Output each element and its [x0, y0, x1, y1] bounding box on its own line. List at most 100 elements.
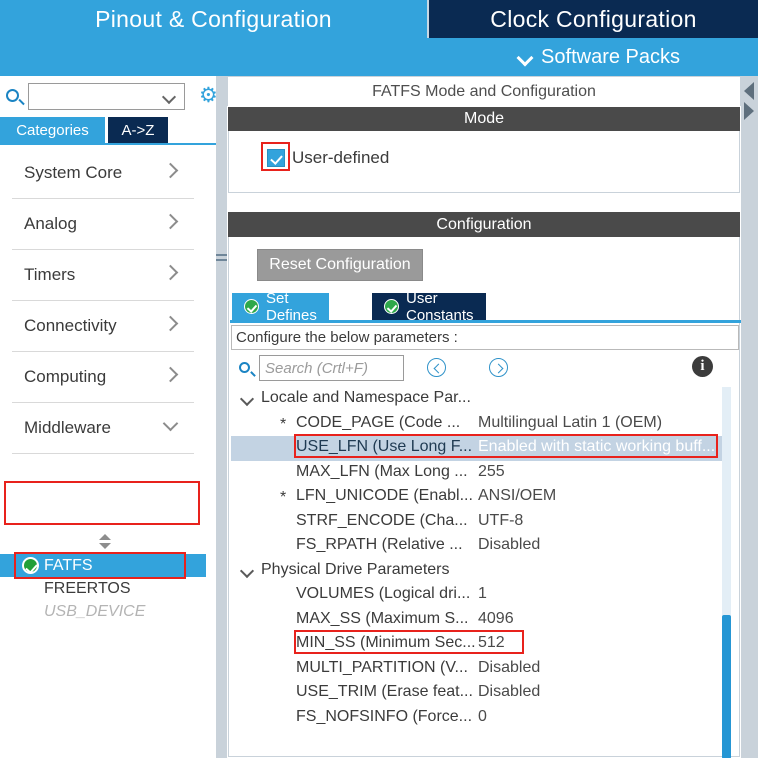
table-row[interactable]: FS_NOFSINFO (Force... 0: [231, 706, 729, 731]
triangle-left-icon[interactable]: [744, 82, 754, 100]
table-row[interactable]: USE_TRIM (Erase feat... Disabled: [231, 681, 729, 706]
circle-arrow-right-icon[interactable]: [489, 358, 508, 377]
table-row[interactable]: MULTI_PARTITION (V... Disabled: [231, 657, 729, 682]
info-icon[interactable]: i: [692, 356, 713, 377]
parameter-value[interactable]: UTF-8: [478, 512, 523, 530]
parameter-name: MIN_SS (Minimum Sec...: [296, 634, 476, 651]
parameter-value[interactable]: 512: [478, 634, 505, 652]
tab-user-constants[interactable]: User Constants: [372, 290, 486, 324]
configuration-header-label: Configuration: [436, 215, 532, 233]
chevron-right-icon: [164, 317, 176, 329]
parameter-search-input[interactable]: Search (Crtl+F): [259, 355, 404, 381]
page-title-label: FATFS Mode and Configuration: [372, 82, 596, 100]
sidebar-item-analog[interactable]: Analog: [12, 199, 194, 250]
sidebar-item-middleware[interactable]: Middleware: [12, 403, 194, 454]
triangle-down-icon: [99, 543, 111, 549]
reset-configuration-label: Reset Configuration: [269, 256, 411, 273]
chevron-down-icon[interactable]: [241, 393, 254, 406]
sidebar-item-computing[interactable]: Computing: [12, 352, 194, 403]
tree-group-row[interactable]: Locale and Namespace Par...: [231, 387, 729, 412]
parameter-name: LFN_UNICODE (Enabl...: [296, 487, 473, 504]
parameter-name: MULTI_PARTITION (V...: [296, 658, 468, 676]
splitter-grip: [216, 259, 227, 261]
parameter-value[interactable]: 0: [478, 708, 487, 726]
tab-underline: [0, 143, 216, 145]
sidebar-item-fatfs[interactable]: FATFS: [0, 554, 206, 577]
category-label: Connectivity: [24, 316, 117, 335]
tab-pinout-configuration[interactable]: Pinout & Configuration: [0, 0, 427, 38]
highlight-box-checkbox: [261, 142, 290, 171]
circle-arrow-left-icon[interactable]: [427, 358, 446, 377]
configuration-section-body: Reset Configuration Set Defines User Con…: [228, 237, 742, 758]
reset-configuration-button[interactable]: Reset Configuration: [257, 249, 423, 281]
table-row[interactable]: MAX_SS (Maximum S... 4096: [231, 608, 729, 633]
chevron-right-icon: [164, 266, 176, 278]
checkbox-user-defined-label: User-defined: [292, 148, 390, 167]
sidebar-search-input[interactable]: [28, 83, 185, 110]
chevron-down-icon[interactable]: [241, 565, 254, 578]
tab-user-constants-label: User Constants: [406, 289, 474, 324]
parameter-value[interactable]: Disabled: [478, 659, 540, 677]
parameter-name: STRF_ENCODE (Cha...: [296, 511, 468, 529]
table-row[interactable]: MIN_SS (Minimum Sec... 512: [231, 632, 729, 657]
sidebar-item-usb-device[interactable]: USB_DEVICE: [0, 600, 206, 623]
sidebar-item-connectivity[interactable]: Connectivity: [12, 301, 194, 352]
category-label: Middleware: [24, 418, 111, 437]
parameter-value[interactable]: 1: [478, 585, 487, 603]
software-packs-label[interactable]: Software Packs: [541, 46, 680, 69]
panel-splitter[interactable]: [216, 76, 227, 758]
mode-header-label: Mode: [463, 110, 505, 127]
sidebar-item-label: FATFS: [44, 556, 93, 574]
green-check-icon: [22, 557, 39, 574]
tab-categories[interactable]: Categories: [0, 117, 105, 143]
parameter-name: MAX_SS (Maximum S...: [296, 609, 469, 627]
middleware-list: FATFS FREERTOS USB_DEVICE: [0, 554, 206, 623]
configure-parameters-note: Configure the below parameters :: [231, 325, 739, 350]
tree-group-row[interactable]: Physical Drive Parameters: [231, 559, 729, 584]
parameter-value[interactable]: Multilingual Latin 1 (OEM): [478, 414, 662, 432]
table-row[interactable]: * LFN_UNICODE (Enabl... ANSI/OEM: [231, 485, 729, 510]
tree-group-label: Physical Drive Parameters: [261, 560, 450, 578]
table-row[interactable]: * CODE_PAGE (Code ... Multilingual Latin…: [231, 412, 729, 437]
chevron-down-icon: [518, 50, 533, 65]
tree-scrollbar-thumb[interactable]: [722, 615, 731, 758]
chevron-right-icon: [164, 368, 176, 380]
tab-a-to-z-label: A->Z: [121, 121, 155, 139]
parameter-value[interactable]: ANSI/OEM: [478, 487, 556, 505]
tab-set-defines[interactable]: Set Defines: [232, 290, 329, 324]
sidebar-item-system-core[interactable]: System Core: [12, 148, 194, 199]
tab-a-to-z[interactable]: A->Z: [108, 117, 168, 143]
triangle-right-icon[interactable]: [744, 102, 754, 120]
info-glyph: i: [700, 358, 705, 374]
table-row[interactable]: VOLUMES (Logical dri... 1: [231, 583, 729, 608]
category-list: System Core Analog Timers Connectivity C…: [0, 148, 206, 454]
sidebar-item-freertos[interactable]: FREERTOS: [0, 577, 206, 600]
parameter-value[interactable]: Enabled with static working buff...: [478, 438, 715, 456]
table-row[interactable]: STRF_ENCODE (Cha... UTF-8: [231, 510, 729, 535]
category-label: System Core: [24, 163, 123, 182]
sidebar-item-timers[interactable]: Timers: [12, 250, 194, 301]
configure-parameters-label: Configure the below parameters :: [236, 329, 458, 346]
tab-categories-label: Categories: [16, 121, 89, 139]
parameter-value[interactable]: Disabled: [478, 536, 540, 554]
mode-section-header: Mode: [228, 107, 740, 131]
tab-clock-configuration[interactable]: Clock Configuration: [427, 0, 758, 38]
sidebar-search-row: ⚙: [0, 80, 218, 116]
chevron-down-icon[interactable]: [164, 92, 175, 103]
panel-collapse-controls[interactable]: [741, 76, 758, 758]
table-row[interactable]: FS_RPATH (Relative ... Disabled: [231, 534, 729, 559]
table-row[interactable]: MAX_LFN (Max Long ... 255: [231, 461, 729, 486]
table-row[interactable]: USE_LFN (Use Long F... Enabled with stat…: [231, 436, 729, 461]
parameter-name: MAX_LFN (Max Long ...: [296, 462, 468, 480]
tab-set-defines-label: Set Defines: [266, 289, 317, 324]
parameter-value[interactable]: 255: [478, 463, 505, 481]
parameter-value[interactable]: 4096: [478, 610, 514, 628]
parameter-name: USE_TRIM (Erase feat...: [296, 683, 473, 700]
parameter-value[interactable]: Disabled: [478, 683, 540, 701]
green-check-icon: [384, 299, 399, 314]
parameter-search-row: Search (Crtl+F) i: [231, 354, 739, 384]
chevron-down-icon: [164, 419, 176, 431]
tree-scrollbar[interactable]: [722, 387, 731, 758]
sort-handle-icon[interactable]: [96, 534, 114, 550]
parameter-name: FS_RPATH (Relative ...: [296, 536, 463, 553]
